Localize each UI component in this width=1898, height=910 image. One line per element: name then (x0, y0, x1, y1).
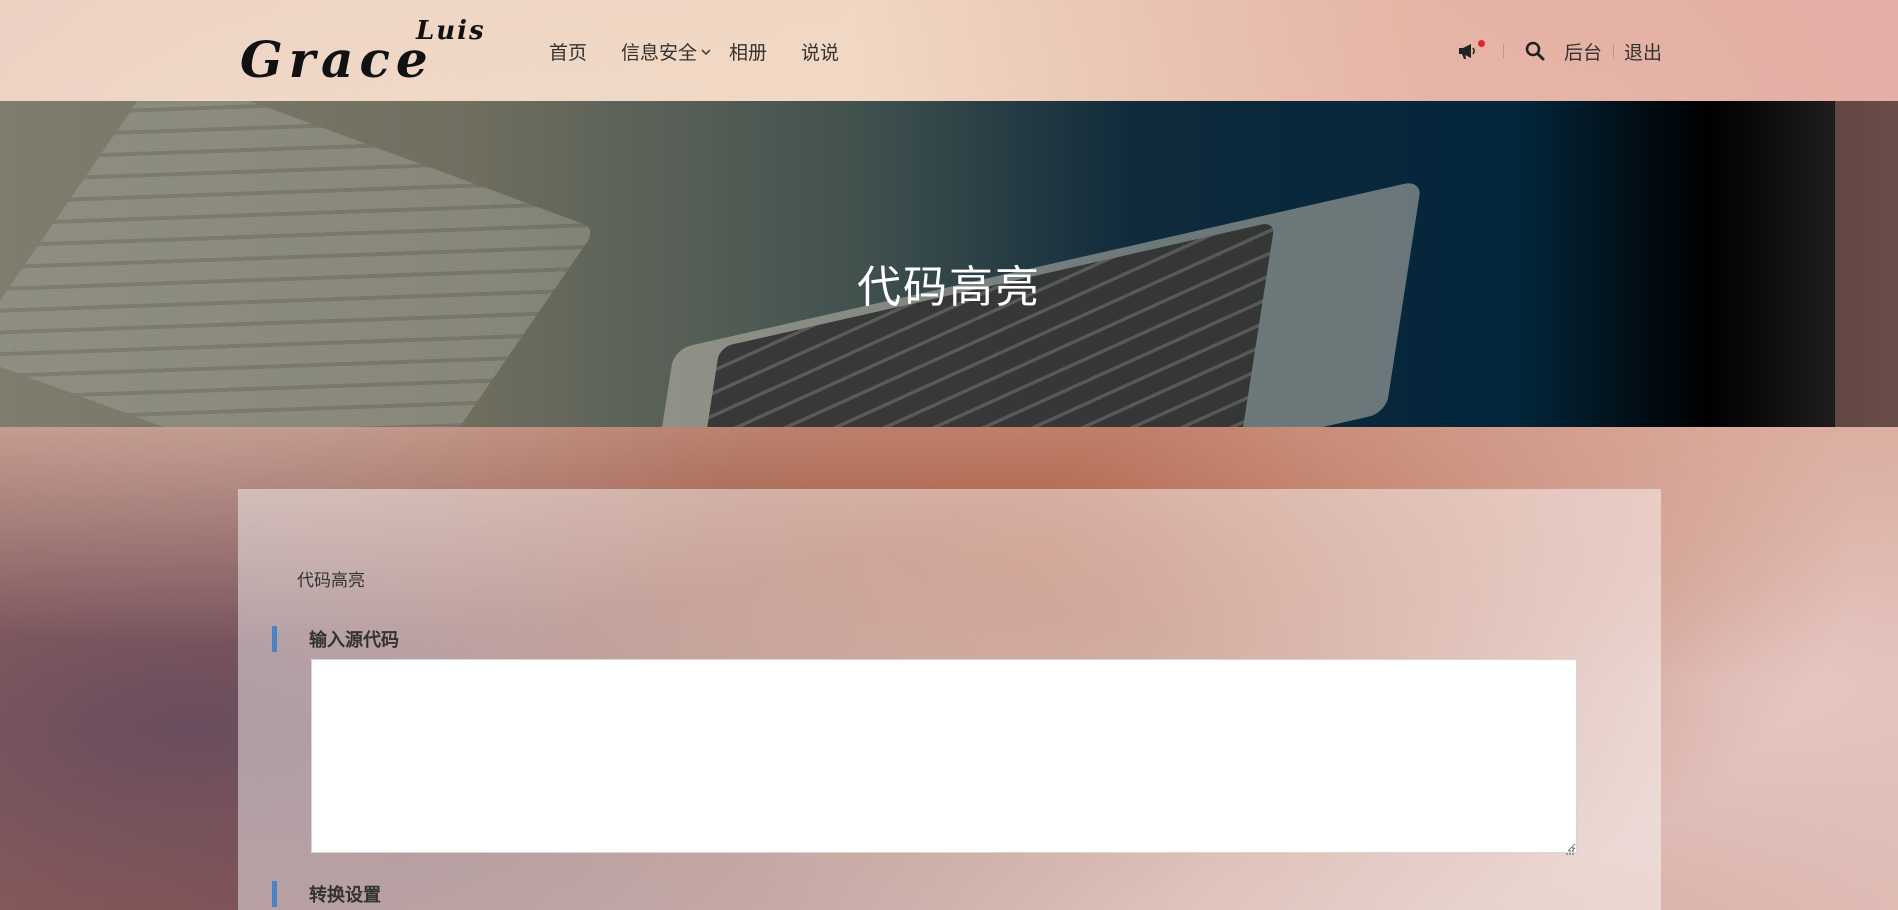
nav-item-label: 信息安全 (621, 42, 698, 64)
nav-item-home[interactable]: 首页 (549, 38, 587, 65)
section-label: 输入源代码 (309, 630, 399, 651)
main-nav: 首页 信息安全 相册 说说 (549, 38, 873, 65)
logout-link[interactable]: 退出 (1624, 38, 1662, 65)
section-heading-source: 输入源代码 (272, 626, 399, 652)
section-bar (272, 881, 277, 907)
section-bar (272, 626, 277, 652)
search-icon[interactable] (1525, 41, 1545, 61)
source-code-input[interactable] (311, 659, 1577, 853)
divider (1613, 44, 1614, 58)
logo-superscript: Luis (416, 16, 486, 46)
nav-item-label: 说说 (801, 42, 840, 64)
content-card: 代码高亮 输入源代码 转换设置 (238, 489, 1661, 910)
page-title: 代码高亮 (857, 262, 1041, 313)
chevron-down-icon (701, 45, 711, 59)
nav-item-label: 相册 (729, 42, 768, 64)
site-logo[interactable]: Grace Luis (240, 16, 490, 89)
nav-item-posts[interactable]: 说说 (801, 38, 839, 65)
notification-dot (1478, 40, 1485, 47)
nav-item-infosec[interactable]: 信息安全 (621, 38, 711, 65)
site-header: Grace Luis 首页 信息安全 相册 说说 后台 退出 (0, 0, 1898, 101)
divider (1503, 44, 1504, 58)
megaphone-icon[interactable] (1457, 42, 1477, 60)
section-heading-settings: 转换设置 (272, 881, 381, 907)
nav-item-label: 首页 (549, 42, 588, 64)
breadcrumb: 代码高亮 (297, 571, 365, 591)
resize-handle-icon[interactable] (1565, 841, 1575, 855)
logo-text: Grace (240, 30, 434, 89)
page-banner: 代码高亮 (0, 101, 1898, 427)
admin-link[interactable]: 后台 (1564, 38, 1602, 65)
section-label: 转换设置 (309, 885, 381, 906)
nav-item-album[interactable]: 相册 (729, 38, 767, 65)
